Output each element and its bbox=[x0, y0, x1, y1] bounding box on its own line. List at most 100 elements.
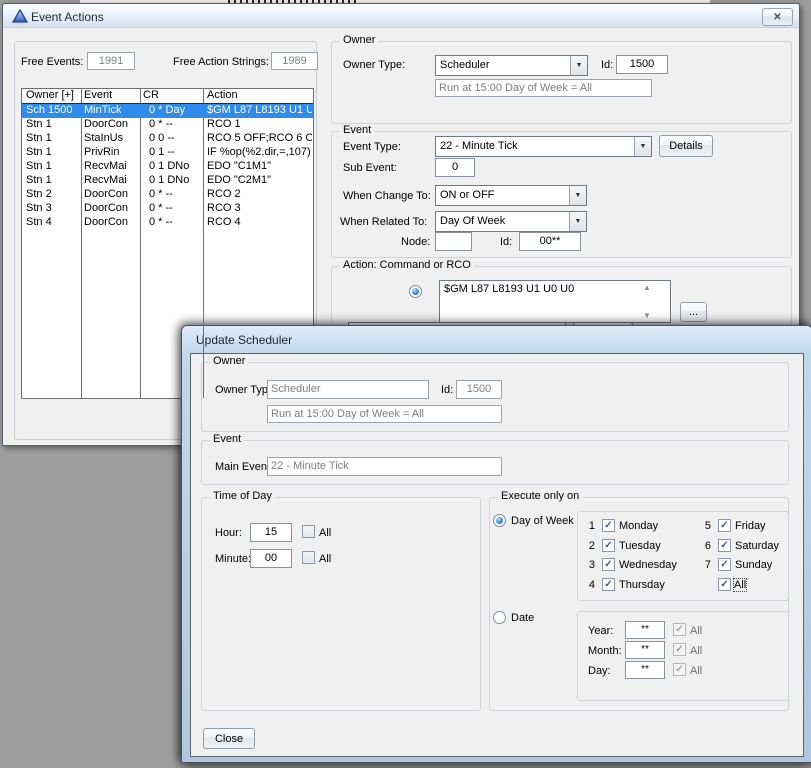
cell-owner: Stn 1 bbox=[26, 160, 52, 172]
cell-action: RCO 2 bbox=[207, 188, 312, 200]
day-of-week-radio[interactable] bbox=[493, 514, 506, 527]
sub-event-field[interactable]: 0 bbox=[435, 158, 475, 177]
scroll-up-icon[interactable]: ▲ bbox=[641, 282, 653, 292]
col-event[interactable]: Event bbox=[84, 89, 112, 101]
thursday-checkbox[interactable]: ✓ bbox=[602, 578, 615, 591]
chevron-down-icon[interactable]: ▼ bbox=[569, 186, 586, 205]
all-days-label: All bbox=[734, 579, 746, 591]
cell-event: RecvMai bbox=[84, 174, 127, 186]
table-row[interactable]: Stn 1 RecvMai 0 1 DNo EDO "C1M1" bbox=[22, 160, 313, 174]
cell-cr: 0 * -- bbox=[149, 202, 173, 214]
table-row[interactable]: Stn 4 DoorCon 0 * -- RCO 4 bbox=[22, 216, 313, 230]
hour-all-checkbox[interactable]: ✓ bbox=[302, 525, 315, 538]
cell-action: EDO "C1M1" bbox=[207, 160, 312, 172]
owner-type-combo[interactable]: Scheduler ▼ bbox=[435, 55, 588, 76]
cell-event: DoorCon bbox=[84, 118, 128, 130]
browse-button[interactable]: ... bbox=[680, 302, 707, 322]
col-cr[interactable]: CR bbox=[143, 89, 159, 101]
chevron-down-icon[interactable]: ▼ bbox=[570, 56, 587, 75]
cell-action: RCO 3 bbox=[207, 202, 312, 214]
month-field[interactable]: ** bbox=[625, 641, 665, 659]
day-of-week-radio-label: Day of Week bbox=[511, 515, 574, 527]
close-icon[interactable]: ✕ bbox=[762, 8, 793, 26]
saturday-label: Saturday bbox=[735, 540, 779, 552]
event-actions-titlebar[interactable]: Event Actions ✕ bbox=[3, 4, 799, 28]
event-id-field[interactable]: 00** bbox=[519, 232, 581, 251]
node-field[interactable] bbox=[435, 232, 472, 251]
col-action[interactable]: Action bbox=[207, 89, 312, 101]
main-event-label: Main Event: bbox=[215, 461, 273, 473]
when-related-value: Day Of Week bbox=[440, 215, 505, 227]
dialog-owner-type-field: Scheduler bbox=[267, 380, 429, 399]
owner-group-legend: Owner bbox=[340, 34, 378, 46]
app-triangle-icon bbox=[12, 9, 28, 23]
command-textarea[interactable]: $GM L87 L8193 U1 U0 U0 bbox=[439, 280, 671, 323]
details-button[interactable]: Details bbox=[659, 135, 713, 157]
year-field[interactable]: ** bbox=[625, 621, 665, 639]
tuesday-checkbox[interactable]: ✓ bbox=[602, 539, 615, 552]
dialog-event-legend: Event bbox=[210, 433, 244, 445]
year-all-label: All bbox=[690, 625, 702, 637]
table-row[interactable]: Stn 2 DoorCon 0 * -- RCO 2 bbox=[22, 188, 313, 202]
year-all-checkbox: ✓ bbox=[673, 623, 686, 636]
when-change-combo[interactable]: ON or OFF ▼ bbox=[435, 185, 587, 206]
when-related-label: When Related To: bbox=[340, 216, 427, 228]
day-field[interactable]: ** bbox=[625, 661, 665, 679]
hour-field[interactable]: 15 bbox=[250, 523, 292, 542]
scroll-down-icon[interactable]: ▼ bbox=[641, 310, 653, 320]
column-divider[interactable] bbox=[81, 89, 82, 398]
chevron-down-icon[interactable]: ▼ bbox=[634, 137, 651, 156]
free-events-field[interactable]: 1991 bbox=[87, 52, 135, 70]
day-number: 6 bbox=[701, 540, 711, 552]
owner-id-field[interactable]: 1500 bbox=[616, 55, 668, 74]
saturday-checkbox[interactable]: ✓ bbox=[718, 539, 731, 552]
cell-owner: Stn 3 bbox=[26, 202, 52, 214]
when-change-value: ON or OFF bbox=[440, 189, 494, 201]
window-title: Event Actions bbox=[31, 10, 104, 24]
day-number: 3 bbox=[585, 559, 595, 571]
cell-owner: Stn 1 bbox=[26, 132, 52, 144]
table-row[interactable]: Stn 1 DoorCon 0 * -- RCO 1 bbox=[22, 118, 313, 132]
column-divider[interactable] bbox=[140, 89, 141, 398]
minute-field[interactable]: 00 bbox=[250, 549, 292, 568]
table-row[interactable]: Stn 1 StaInUs 0 0 -- RCO 5 OFF;RCO 6 OF bbox=[22, 132, 313, 146]
free-events-label: Free Events: bbox=[21, 56, 83, 68]
command-radio[interactable] bbox=[409, 285, 422, 298]
day-number: 4 bbox=[585, 579, 595, 591]
close-button[interactable]: Close bbox=[203, 728, 255, 749]
friday-label: Friday bbox=[735, 520, 766, 532]
sunday-checkbox[interactable]: ✓ bbox=[718, 558, 731, 571]
dialog-owner-id-label: Id: bbox=[441, 384, 453, 396]
when-related-combo[interactable]: Day Of Week ▼ bbox=[435, 211, 587, 232]
event-type-label: Event Type: bbox=[343, 141, 401, 153]
cell-owner: Sch 1500 bbox=[26, 104, 72, 116]
minute-all-checkbox[interactable]: ✓ bbox=[302, 551, 315, 564]
chevron-down-icon[interactable]: ▼ bbox=[569, 212, 586, 231]
col-owner[interactable]: Owner [+] bbox=[26, 89, 74, 101]
cell-cr: 0 * -- bbox=[149, 216, 173, 228]
table-row[interactable]: Stn 1 PrivRin 0 1 -- IF %op(%2.dir,=,107… bbox=[22, 146, 313, 160]
minute-label: Minute: bbox=[215, 553, 251, 565]
table-row[interactable]: Stn 3 DoorCon 0 * -- RCO 3 bbox=[22, 202, 313, 216]
cell-action: RCO 1 bbox=[207, 118, 312, 130]
month-all-label: All bbox=[690, 645, 702, 657]
wednesday-label: Wednesday bbox=[619, 559, 677, 571]
node-label: Node: bbox=[401, 236, 430, 248]
day-all-checkbox: ✓ bbox=[673, 663, 686, 676]
all-days-checkbox[interactable]: ✓ bbox=[718, 578, 731, 591]
table-row[interactable]: Sch 1500 MinTick 0 * Day $GM L87 L8193 U… bbox=[22, 104, 313, 118]
table-row[interactable]: Stn 1 RecvMai 0 1 DNo EDO "C2M1" bbox=[22, 174, 313, 188]
table-header[interactable]: Owner [+] Event CR Action bbox=[22, 89, 313, 103]
column-divider[interactable] bbox=[203, 89, 204, 398]
monday-checkbox[interactable]: ✓ bbox=[602, 519, 615, 532]
cell-event: DoorCon bbox=[84, 188, 128, 200]
monday-label: Monday bbox=[619, 520, 658, 532]
cell-action: IF %op(%2.dir,=,107) bbox=[207, 146, 312, 158]
day-number: 7 bbox=[701, 559, 711, 571]
hour-label: Hour: bbox=[215, 527, 242, 539]
wednesday-checkbox[interactable]: ✓ bbox=[602, 558, 615, 571]
free-action-strings-field[interactable]: 1989 bbox=[271, 52, 318, 70]
friday-checkbox[interactable]: ✓ bbox=[718, 519, 731, 532]
event-type-combo[interactable]: 22 - Minute Tick ▼ bbox=[435, 136, 652, 157]
date-radio[interactable] bbox=[493, 611, 506, 624]
